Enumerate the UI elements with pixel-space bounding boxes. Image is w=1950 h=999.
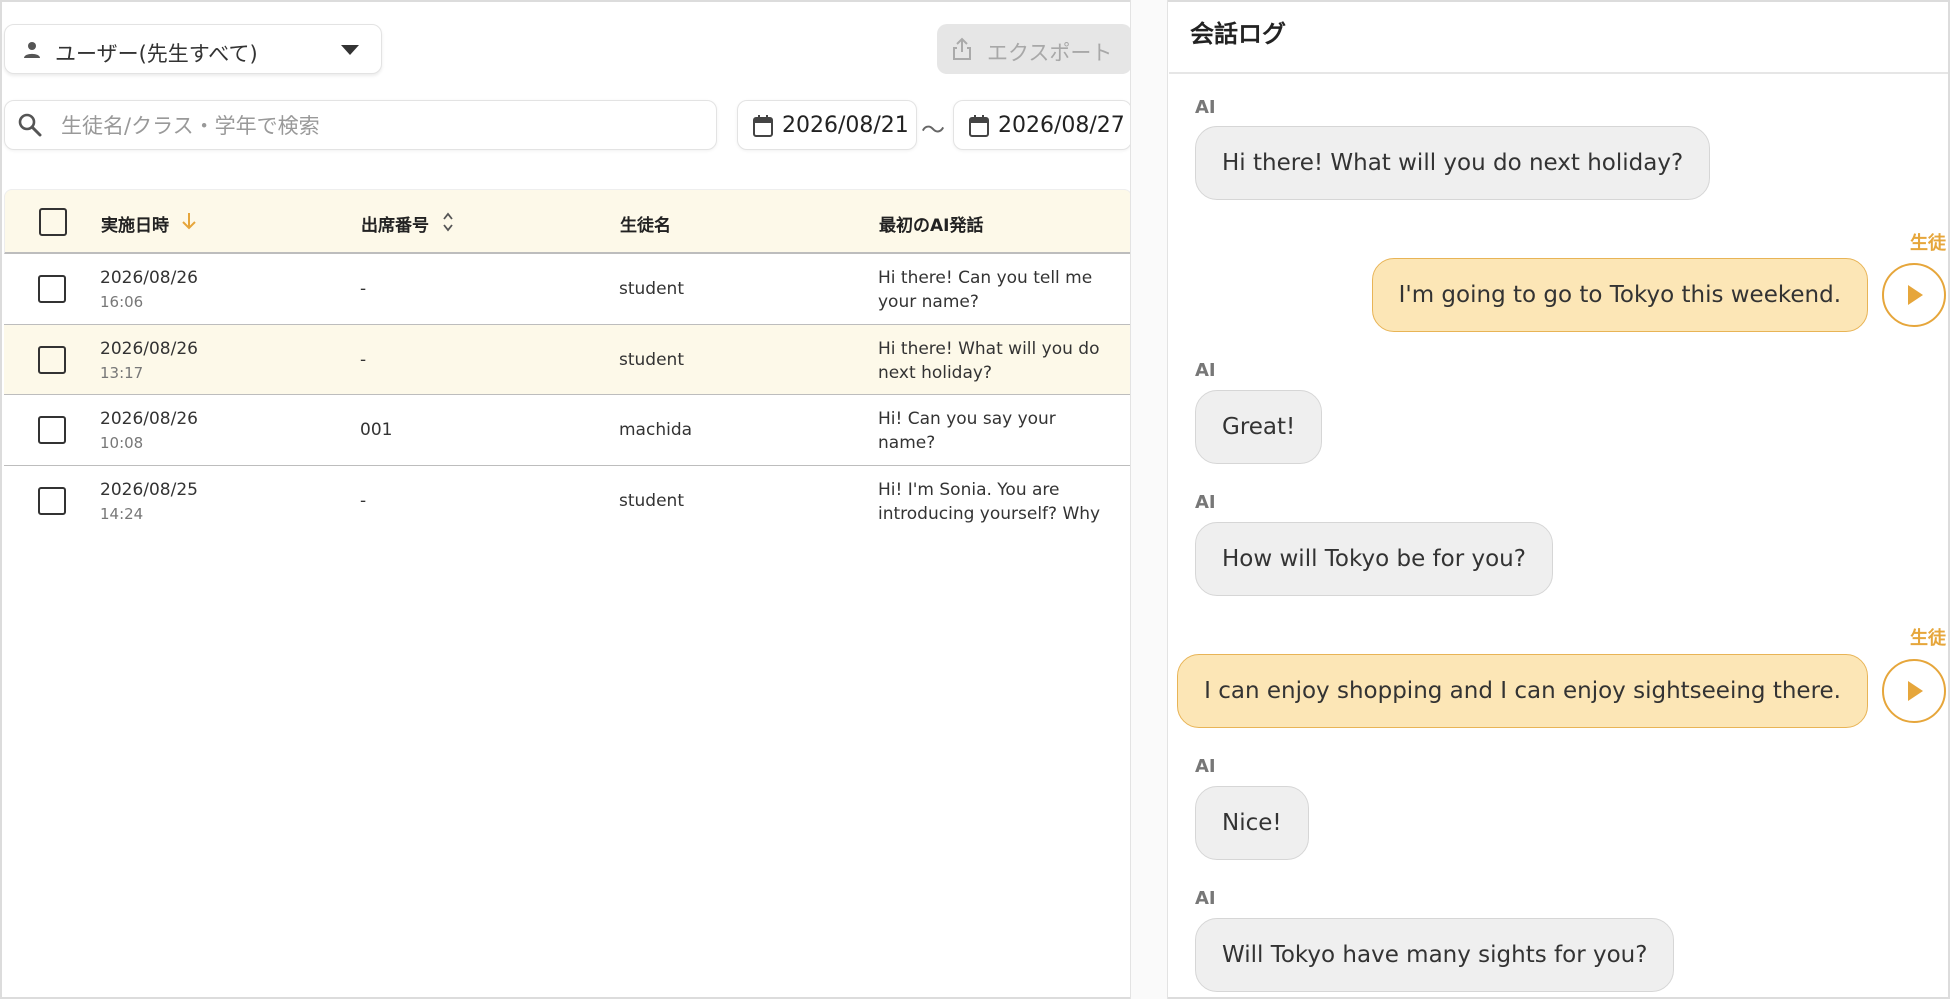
- conversation-log-panel: 会話ログ AI Hi there! What will you do next …: [1169, 2, 1948, 997]
- row-checkbox[interactable]: [38, 345, 66, 374]
- student-search: [4, 100, 717, 150]
- student-message: I'm going to go to Tokyo this weekend.: [1371, 258, 1868, 332]
- row-first-ai: Hi there! Can you tell me your name?: [878, 268, 1093, 312]
- date-range-separator: 〜: [921, 116, 945, 144]
- play-icon[interactable]: [1882, 263, 1946, 327]
- share-icon: [953, 37, 971, 60]
- search-icon: [18, 113, 42, 137]
- row-student-name: student: [619, 279, 684, 299]
- ai-message: How will Tokyo be for you?: [1195, 522, 1553, 596]
- row-checkbox[interactable]: [38, 416, 66, 444]
- column-header-date[interactable]: 実施日時: [101, 211, 169, 236]
- row-number: 001: [360, 420, 393, 440]
- row-student-name: student: [619, 490, 684, 511]
- export-button[interactable]: エクスポート: [937, 24, 1132, 74]
- row-student-name: student: [619, 349, 684, 370]
- row-date: 2026/08/26: [100, 338, 198, 359]
- calendar-icon: [969, 115, 989, 137]
- play-icon[interactable]: [1882, 659, 1946, 723]
- row-checkbox[interactable]: [38, 275, 66, 303]
- conversation-log-title: 会話ログ: [1190, 20, 1286, 48]
- table-header: 実施日時 出席番号 生徒名 最初のAI発話: [4, 189, 1132, 254]
- sort-icon[interactable]: [442, 212, 454, 232]
- session-list-panel: ユーザー(先生すべて) エクスポート 2026/08/21 〜: [2, 2, 1132, 997]
- row-time: 13:17: [100, 363, 144, 382]
- person-icon: [24, 42, 40, 58]
- table-row[interactable]: 2026/08/26 16:06 - student Hi there! Can…: [4, 254, 1132, 325]
- header-divider: [1169, 72, 1948, 74]
- row-date: 2026/08/25: [100, 479, 198, 500]
- row-time: 14:24: [100, 504, 144, 523]
- row-time: 16:06: [100, 293, 144, 311]
- table-row[interactable]: 2026/08/26 10:08 001 machida Hi! Can you…: [4, 395, 1132, 466]
- row-student-name: machida: [619, 420, 693, 440]
- column-header-first-ai: 最初のAI発話: [879, 216, 984, 236]
- ai-message: Nice!: [1195, 786, 1309, 860]
- speaker-label-ai: AI: [1195, 492, 1216, 513]
- row-first-ai: Hi! I'm Sonia. You are introducing yours…: [878, 479, 1101, 524]
- session-table: 実施日時 出席番号 生徒名 最初のAI発話 2026/08/26 16:06 -…: [4, 189, 1132, 536]
- row-number: -: [360, 279, 367, 299]
- select-all-checkbox[interactable]: [39, 208, 67, 236]
- user-filter-label: ユーザー(先生すべて): [55, 42, 258, 66]
- date-from-value: 2026/08/21: [782, 113, 909, 138]
- row-checkbox[interactable]: [38, 486, 66, 515]
- date-from-field[interactable]: 2026/08/21: [737, 100, 917, 150]
- ai-message: Hi there! What will you do next holiday?: [1195, 126, 1711, 200]
- date-to-value: 2026/08/27: [998, 113, 1125, 138]
- speaker-label-ai: AI: [1195, 97, 1216, 118]
- speaker-label-ai: AI: [1195, 756, 1216, 777]
- column-header-number[interactable]: 出席番号: [361, 211, 429, 236]
- table-row[interactable]: 2026/08/26 13:17 - student Hi there! Wha…: [4, 324, 1132, 395]
- speaker-label-student: 生徒: [1910, 628, 1946, 649]
- date-to-field[interactable]: 2026/08/27: [953, 100, 1132, 150]
- student-message: I can enjoy shopping and I can enjoy sig…: [1177, 654, 1868, 728]
- table-row[interactable]: 2026/08/25 14:24 - student Hi! I'm Sonia…: [4, 466, 1132, 537]
- row-first-ai: Hi! Can you say your name?: [878, 409, 1056, 453]
- ai-message: Will Tokyo have many sights for you?: [1195, 918, 1675, 992]
- speaker-label-ai: AI: [1195, 360, 1216, 381]
- column-header-name: 生徒名: [620, 216, 671, 236]
- speaker-label-ai: AI: [1195, 888, 1216, 909]
- user-filter-select[interactable]: ユーザー(先生すべて): [4, 24, 382, 74]
- panel-divider: [1130, 0, 1168, 999]
- row-number: -: [360, 349, 367, 370]
- export-label: エクスポート: [987, 41, 1113, 65]
- calendar-icon: [753, 115, 773, 137]
- caret-down-icon: [341, 45, 359, 55]
- speaker-label-student: 生徒: [1910, 233, 1946, 254]
- ai-message: Great!: [1195, 390, 1323, 464]
- arrow-down-icon[interactable]: [181, 212, 197, 230]
- row-date: 2026/08/26: [100, 268, 198, 288]
- row-time: 10:08: [100, 434, 144, 452]
- row-first-ai: Hi there! What will you do next holiday?: [878, 338, 1100, 383]
- row-date: 2026/08/26: [100, 409, 198, 429]
- search-input[interactable]: [61, 112, 701, 140]
- row-number: -: [360, 490, 367, 511]
